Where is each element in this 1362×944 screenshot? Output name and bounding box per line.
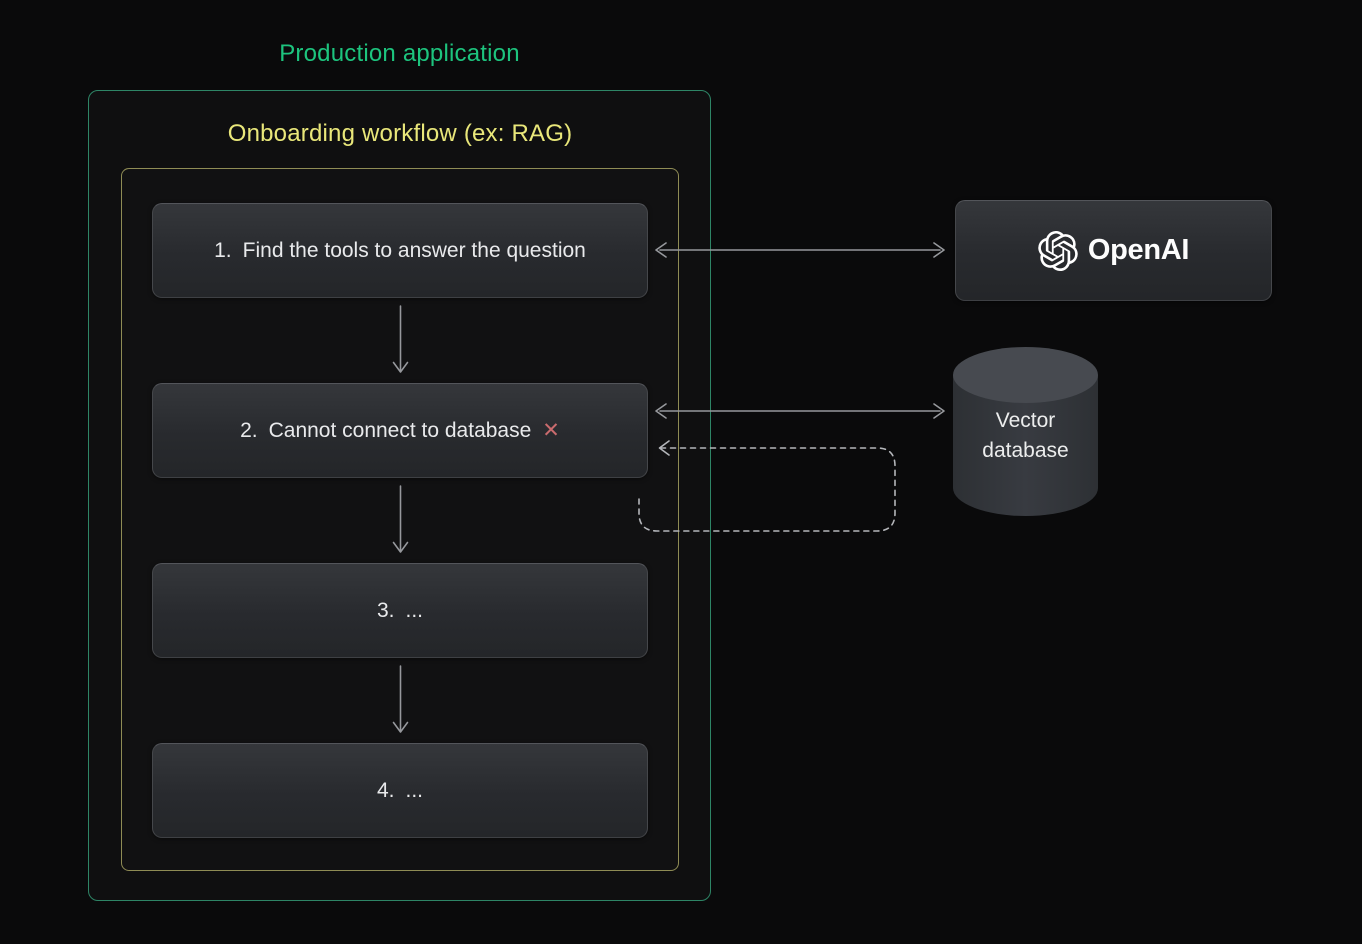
step-number: 2. (240, 419, 258, 443)
diagram-canvas: Production application Onboarding workfl… (0, 0, 1362, 944)
step-card-1: 1. Find the tools to answer the question (152, 203, 648, 298)
openai-service-card: OpenAI (955, 200, 1272, 301)
openai-logo-icon (1038, 231, 1078, 271)
onboarding-workflow-title: Onboarding workflow (ex: RAG) (121, 120, 679, 148)
step-number: 1. (214, 239, 232, 263)
openai-label: OpenAI (1088, 234, 1189, 267)
step-text: ... (406, 599, 424, 623)
step-card-4: 4. ... (152, 743, 648, 838)
step-card-3: 3. ... (152, 563, 648, 658)
vector-database-label: Vector database (953, 406, 1098, 466)
step-text: Cannot connect to database (269, 419, 532, 443)
step-text: Find the tools to answer the question (243, 239, 586, 263)
step-number: 3. (377, 599, 395, 623)
step-number: 4. (377, 779, 395, 803)
step-card-2: 2. Cannot connect to database ✕ (152, 383, 648, 478)
error-x-icon: ✕ (542, 418, 560, 443)
production-application-title: Production application (88, 40, 711, 68)
step-text: ... (406, 779, 424, 803)
